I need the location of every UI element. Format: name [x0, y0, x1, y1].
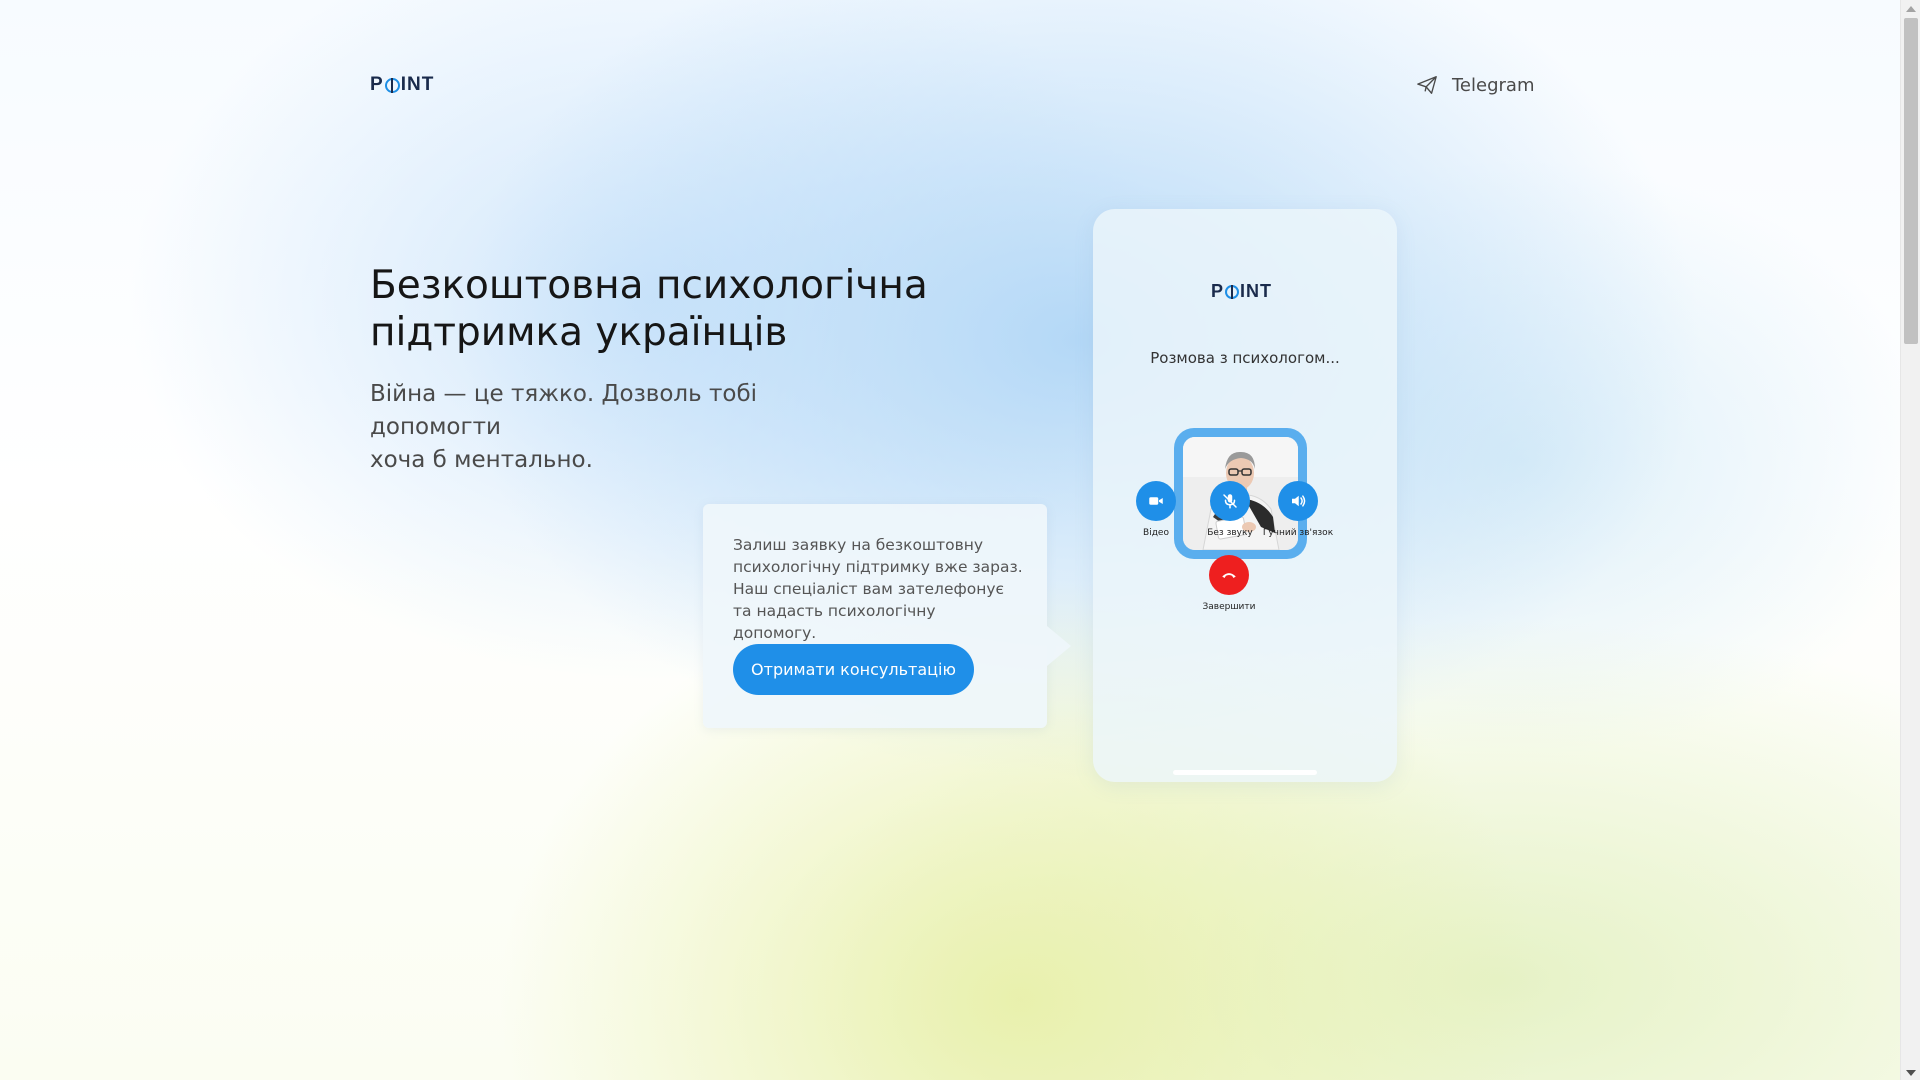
video-camera-icon: [1149, 497, 1163, 505]
scroll-up-arrow-icon[interactable]: [1906, 6, 1916, 12]
scroll-down-arrow-icon[interactable]: [1906, 1070, 1916, 1076]
paper-plane-icon: [1417, 76, 1437, 94]
logo-letter-p: P: [370, 74, 384, 95]
speaker-label: Гучний зв'язок: [1262, 528, 1334, 538]
telegram-label: Telegram: [1452, 74, 1535, 96]
consultation-bubble: Залиш заявку на безкоштовну психологічну…: [703, 504, 1071, 728]
get-consultation-button[interactable]: Отримати консультацію: [733, 644, 974, 695]
phone-home-indicator: [1173, 770, 1317, 775]
vertical-scrollbar[interactable]: [1900, 0, 1920, 1080]
phone-logo-letter-p: P: [1211, 281, 1225, 301]
hero-subtitle: Війна — це тяжко. Дозволь тобі допомогти…: [370, 378, 890, 477]
phone-mockup: P INT Розмова з психологом... Відео Без …: [1093, 209, 1397, 782]
hero-subtitle-line-2: хоча б ментально.: [370, 447, 593, 473]
mute-button[interactable]: [1210, 481, 1250, 521]
hero-subtitle-line-1: Війна — це тяжко. Дозволь тобі допомогти: [370, 381, 758, 440]
hero-title-line-1: Безкоштовна психологічна: [370, 263, 928, 308]
site-logo[interactable]: P INT: [370, 74, 434, 96]
phone-logo: P INT: [1211, 281, 1272, 302]
speaker-control: Гучний зв'язок: [1258, 481, 1338, 538]
logo-mark-icon: [384, 77, 400, 93]
hang-up-icon: [1222, 573, 1236, 578]
end-call-control: Завершити: [1189, 555, 1269, 612]
speaker-button[interactable]: [1278, 481, 1318, 521]
video-label: Відео: [1143, 528, 1169, 538]
hero-title: Безкоштовна психологічна підтримка украї…: [370, 262, 930, 356]
speaker-icon: [1292, 495, 1306, 507]
end-call-button[interactable]: [1209, 555, 1249, 595]
scrollbar-thumb[interactable]: [1904, 18, 1918, 344]
phone-logo-mark-icon: [1225, 284, 1240, 299]
end-call-label: Завершити: [1202, 602, 1256, 612]
microphone-off-icon: [1223, 494, 1237, 509]
video-button[interactable]: [1136, 481, 1176, 521]
telegram-link[interactable]: Telegram: [1416, 74, 1534, 96]
phone-logo-letters-int: INT: [1240, 281, 1273, 301]
logo-letters-int: INT: [400, 74, 435, 95]
call-status: Розмова з психологом...: [1150, 349, 1340, 367]
hero-title-line-2: підтримка українців: [370, 310, 788, 355]
video-control: Відео: [1116, 481, 1196, 538]
consultation-text: Залиш заявку на безкоштовну психологічну…: [733, 536, 1023, 642]
